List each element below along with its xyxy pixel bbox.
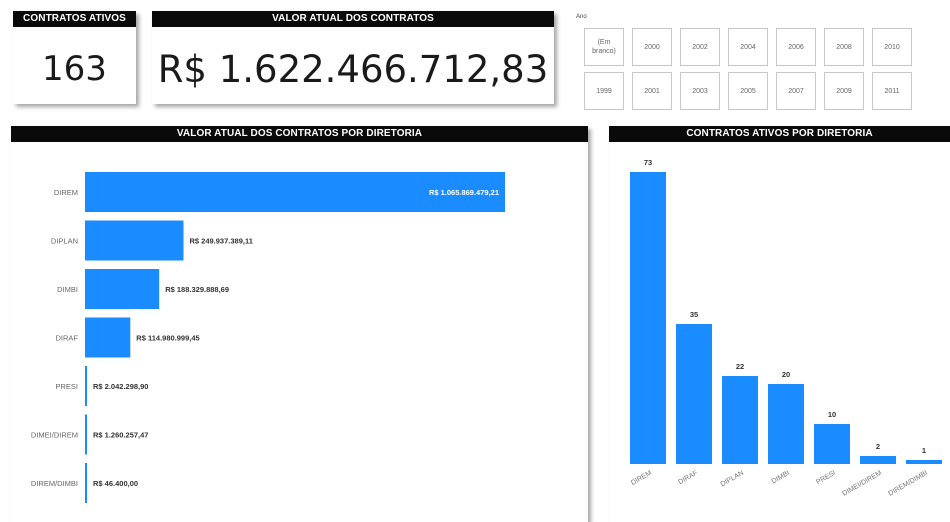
year-slicer: (Em branco) 2000 2002 2004 2006 2008 2010 1999 2… [574,24,944,120]
vbar-bar-dimbi[interactable] [768,384,804,464]
hbar-category-label-diplan: DIPLAN [51,237,78,246]
vbar-value-label-dimei-direm: 2 [876,442,880,451]
hbar-value-label-dimei-direm: R$ 1.260.257,47 [93,431,148,440]
hbar-bar-presi[interactable] [85,366,87,406]
kpi-card-contratos-ativos: CONTRATOS ATIVOS 163 [13,11,136,104]
vbar-value-label-direm: 73 [644,158,652,167]
slicer-year-2009[interactable]: 2009 [824,72,864,110]
slicer-year-2001[interactable]: 2001 [632,72,672,110]
hbar-value-label-diraf: R$ 114.980.999,45 [136,334,199,343]
slicer-year-1999[interactable]: 1999 [584,72,624,110]
vbar-value-label-diplan: 22 [736,362,744,371]
hbar-category-label-dimei-direm: DIMEI/DIREM [31,431,78,440]
hbar-chart: DIREM R$ 1.065.869.479,21 DIPLAN R$ 249.937… [31,172,505,503]
hbar-value-label-direm-dimbi: R$ 46.400,00 [93,479,138,488]
vbar-bar-dimei-direm[interactable] [860,456,896,464]
kpi-card-valor-atual: VALOR ATUAL DOS CONTRATOS R$ 1.622.466.7… [152,11,554,104]
hbar-category-label-direm-dimbi: DIREM/DIMBI [31,479,78,488]
slicer-year-2006[interactable]: 2006 [776,28,816,66]
vbar-category-label-direm: DIREM [630,470,653,487]
slicer-year-2007[interactable]: 2007 [776,72,816,110]
vbar-bar-diraf[interactable] [676,324,712,464]
vbar-value-label-presi: 10 [828,410,836,419]
slicer-year-2004[interactable]: 2004 [728,28,768,66]
slicer-year-2008[interactable]: 2008 [824,28,864,66]
slicer-year-2000[interactable]: 2000 [632,28,672,66]
vbar-category-label-diraf: DIRAF [677,470,699,487]
hbar-category-label-presi: PRESI [55,382,78,391]
hbar-category-label-dimbi: DIMBI [57,285,78,294]
hbar-bar-diplan[interactable] [85,220,184,261]
slicer-year--em-branco-[interactable]: (Em branco) [584,28,624,66]
kpi-title-valor-atual: VALOR ATUAL DOS CONTRATOS [152,11,554,27]
hbar-value-label-presi: R$ 2.042.298,90 [93,382,148,391]
vbar-category-label-direm-dimbi: DIREM/DIMBI [887,470,929,498]
hbar-bar-diraf[interactable] [85,317,131,358]
vbar-category-label-presi: PRESI [815,470,837,487]
chart-card-valor-por-diretoria: VALOR ATUAL DOS CONTRATOS POR DIRETORIA … [11,126,588,522]
chart-title-contratos-por-diretoria: CONTRATOS ATIVOS POR DIRETORIA [609,126,950,142]
slicer-year-2011[interactable]: 2011 [872,72,912,110]
vbar-category-label-dimbi: DIMBI [771,470,791,486]
chart-card-contratos-por-diretoria: CONTRATOS ATIVOS POR DIRETORIA 73 DIREM 35… [609,126,950,522]
vbar-value-label-dimbi: 20 [782,370,790,379]
vbar-category-label-dimei-direm: DIMEI/DIREM [841,470,883,498]
hbar-value-label-diplan: R$ 249.937.389,11 [189,237,252,246]
hbar-value-label-direm: R$ 1.065.869.479,21 [429,188,499,197]
hbar-bar-direm-dimbi[interactable] [85,463,87,503]
hbar-value-label-dimbi: R$ 188.329.888,69 [165,285,229,294]
vbar-value-label-direm-dimbi: 1 [922,446,926,455]
vbar-value-label-diraf: 35 [690,310,698,319]
hbar-bar-dimei-direm[interactable] [85,414,87,455]
slicer-year-2002[interactable]: 2002 [680,28,720,66]
slicer-year-2003[interactable]: 2003 [680,72,720,110]
hbar-category-label-diraf: DIRAF [56,334,79,343]
chart-title-valor-por-diretoria: VALOR ATUAL DOS CONTRATOS POR DIRETORIA [11,126,588,142]
kpi-title-contratos-ativos: CONTRATOS ATIVOS [13,11,136,27]
vbar-bar-presi[interactable] [814,424,850,464]
vbar-bar-diplan[interactable] [722,376,758,464]
slicer-year-2005[interactable]: 2005 [728,72,768,110]
vbar-chart: 73 DIREM 35 DIRAF 22 DIPLAN 20 DIMBI 10 PRESI 2 DIM… [630,158,942,498]
hbar-bar-dimbi[interactable] [85,269,160,309]
vbar-bar-direm-dimbi[interactable] [906,460,942,464]
slicer-year-2010[interactable]: 2010 [872,28,912,66]
kpi-value-contratos-ativos: 163 [42,49,107,89]
vbar-category-label-diplan: DIPLAN [720,470,745,489]
kpi-value-valor-atual: R$ 1.622.466.712,83 [157,48,549,91]
hbar-category-label-direm: DIREM [54,188,78,197]
vbar-bar-direm[interactable] [630,172,666,464]
slicer-label: Ano [576,14,587,20]
